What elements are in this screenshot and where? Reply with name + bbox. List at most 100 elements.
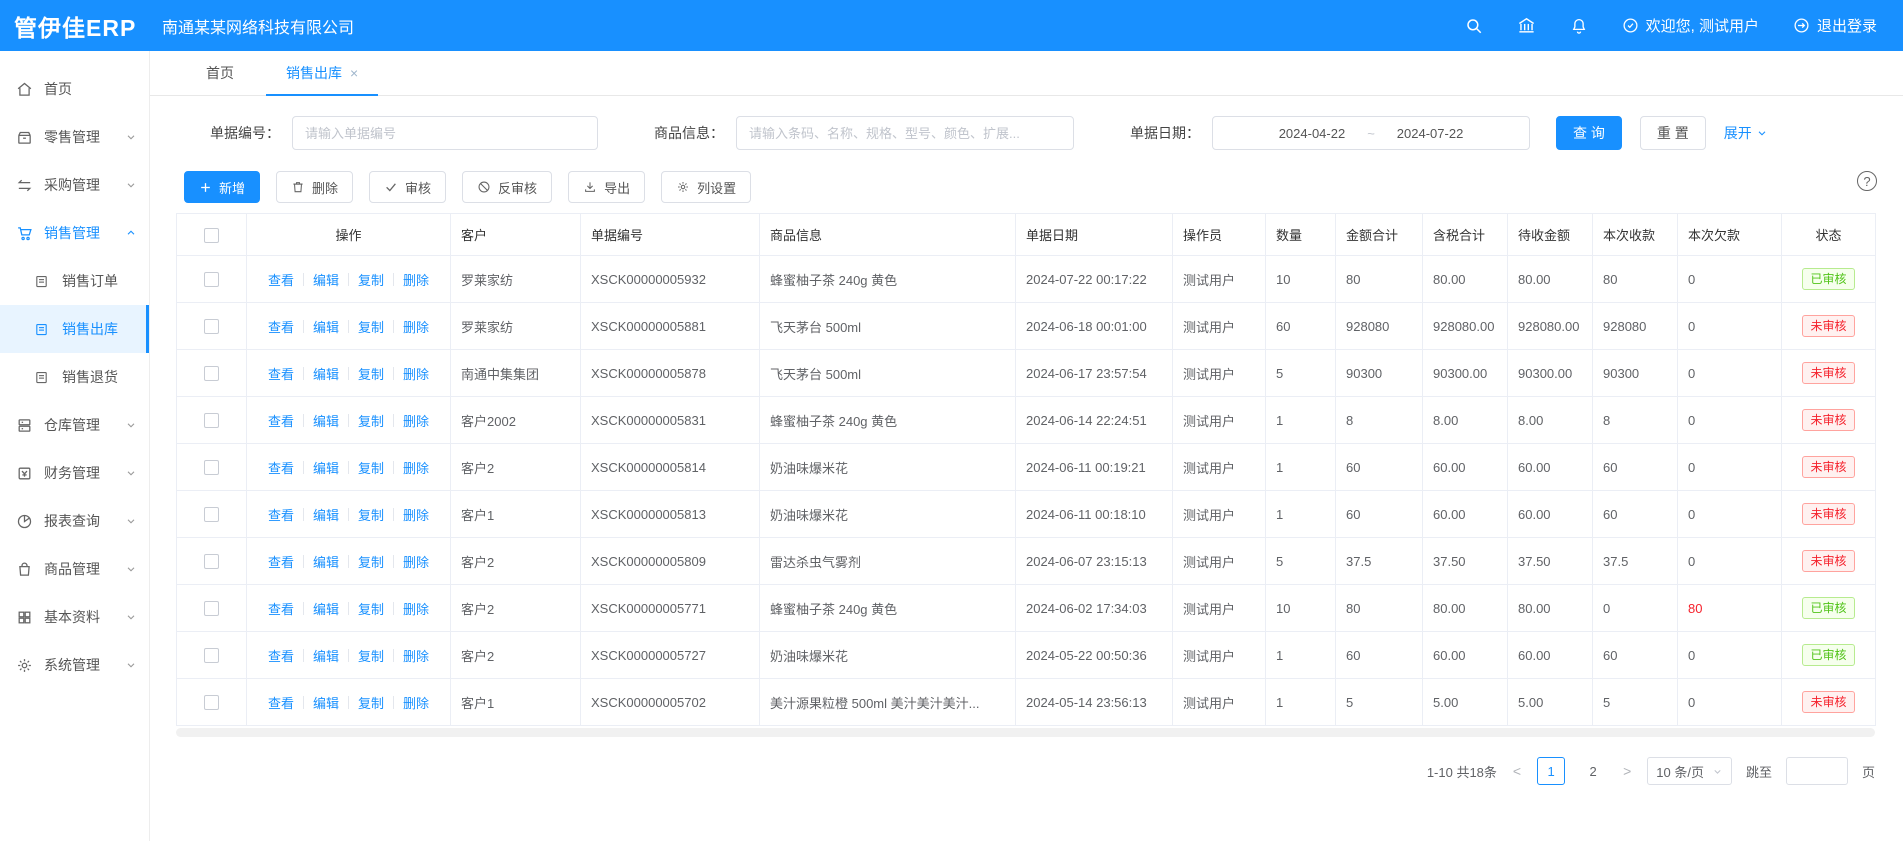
bell-icon[interactable]	[1570, 17, 1588, 35]
page-1[interactable]: 1	[1537, 757, 1565, 785]
sidebar-item-finance[interactable]: 财务管理	[0, 449, 149, 497]
close-icon[interactable]: ×	[350, 65, 358, 81]
row-action-0[interactable]: 查看	[268, 646, 294, 665]
prev-page-icon[interactable]: <	[1511, 763, 1523, 779]
row-action-0[interactable]: 查看	[268, 552, 294, 571]
cell-owed: 80	[1678, 585, 1782, 632]
row-action-2[interactable]: 复制	[358, 505, 384, 524]
select-all-checkbox[interactable]	[204, 228, 219, 243]
row-action-1[interactable]: 编辑	[313, 317, 339, 336]
export-button[interactable]: 导出	[568, 171, 645, 203]
row-action-3[interactable]: 删除	[403, 552, 429, 571]
row-action-3[interactable]: 删除	[403, 317, 429, 336]
row-checkbox[interactable]	[204, 460, 219, 475]
pagination-total: 1-10 共18条	[1427, 762, 1497, 781]
row-action-1[interactable]: 编辑	[313, 458, 339, 477]
row-action-2[interactable]: 复制	[358, 646, 384, 665]
row-action-1[interactable]: 编辑	[313, 270, 339, 289]
row-actions: 查看编辑复制删除	[257, 317, 440, 336]
cell-amount: 80	[1336, 256, 1423, 303]
row-action-0[interactable]: 查看	[268, 364, 294, 383]
row-action-0[interactable]: 查看	[268, 599, 294, 618]
order-no-input[interactable]	[292, 116, 598, 150]
row-action-3[interactable]: 删除	[403, 693, 429, 712]
sidebar-item-basic-data[interactable]: 基本资料	[0, 593, 149, 641]
sidebar-item-sales-return[interactable]: 销售退货	[0, 353, 149, 401]
audit-button[interactable]: 审核	[369, 171, 446, 203]
row-action-0[interactable]: 查看	[268, 317, 294, 336]
sidebar-item-retail[interactable]: 零售管理	[0, 113, 149, 161]
row-action-2[interactable]: 复制	[358, 599, 384, 618]
page-2[interactable]: 2	[1579, 757, 1607, 785]
row-action-1[interactable]: 编辑	[313, 646, 339, 665]
row-checkbox[interactable]	[204, 554, 219, 569]
row-action-0[interactable]: 查看	[268, 270, 294, 289]
row-action-1[interactable]: 编辑	[313, 552, 339, 571]
row-checkbox[interactable]	[204, 272, 219, 287]
horizontal-scrollbar[interactable]	[176, 728, 1875, 737]
sidebar-item-reports[interactable]: 报表查询	[0, 497, 149, 545]
row-action-1[interactable]: 编辑	[313, 505, 339, 524]
row-action-0[interactable]: 查看	[268, 411, 294, 430]
row-action-3[interactable]: 删除	[403, 646, 429, 665]
sidebar-item-home[interactable]: 首页	[0, 65, 149, 113]
bank-icon[interactable]	[1517, 16, 1536, 35]
tab-home[interactable]: 首页	[180, 51, 260, 95]
row-action-2[interactable]: 复制	[358, 552, 384, 571]
row-checkbox[interactable]	[204, 413, 219, 428]
row-action-3[interactable]: 删除	[403, 458, 429, 477]
row-action-2[interactable]: 复制	[358, 693, 384, 712]
search-button[interactable]: 查 询	[1556, 116, 1622, 150]
row-action-1[interactable]: 编辑	[313, 599, 339, 618]
status-badge: 未审核	[1802, 456, 1854, 478]
row-checkbox[interactable]	[204, 601, 219, 616]
row-checkbox[interactable]	[204, 366, 219, 381]
row-action-2[interactable]: 复制	[358, 364, 384, 383]
page-size-select[interactable]: 10 条/页	[1647, 757, 1732, 785]
row-checkbox[interactable]	[204, 648, 219, 663]
tab-sales-outbound[interactable]: 销售出库 ×	[260, 51, 384, 95]
help-icon[interactable]: ?	[1857, 171, 1877, 191]
row-action-3[interactable]: 删除	[403, 411, 429, 430]
row-action-3[interactable]: 删除	[403, 270, 429, 289]
sidebar-item-products[interactable]: 商品管理	[0, 545, 149, 593]
row-action-2[interactable]: 复制	[358, 458, 384, 477]
welcome-user[interactable]: 欢迎您, 测试用户	[1622, 15, 1759, 36]
cell-amount-tax: 80.00	[1423, 256, 1508, 303]
col-qty: 数量	[1266, 214, 1336, 256]
row-action-1[interactable]: 编辑	[313, 693, 339, 712]
row-action-2[interactable]: 复制	[358, 411, 384, 430]
next-page-icon[interactable]: >	[1621, 763, 1633, 779]
sidebar-item-sales[interactable]: 销售管理	[0, 209, 149, 257]
row-action-3[interactable]: 删除	[403, 505, 429, 524]
date-range-picker[interactable]: 2024-04-22 ~ 2024-07-22	[1212, 116, 1530, 150]
sidebar-item-sales-outbound[interactable]: 销售出库	[0, 305, 149, 353]
row-action-1[interactable]: 编辑	[313, 411, 339, 430]
row-action-3[interactable]: 删除	[403, 599, 429, 618]
row-action-2[interactable]: 复制	[358, 270, 384, 289]
row-checkbox[interactable]	[204, 695, 219, 710]
unaudit-button[interactable]: 反审核	[462, 171, 552, 203]
logout-button[interactable]: 退出登录	[1793, 15, 1877, 36]
row-checkbox[interactable]	[204, 319, 219, 334]
row-action-0[interactable]: 查看	[268, 693, 294, 712]
jump-page-input[interactable]	[1786, 757, 1848, 785]
row-action-1[interactable]: 编辑	[313, 364, 339, 383]
product-info-input[interactable]	[736, 116, 1074, 150]
expand-toggle[interactable]: 展开	[1724, 123, 1768, 143]
reset-button[interactable]: 重 置	[1640, 116, 1706, 150]
column-settings-button[interactable]: 列设置	[661, 171, 751, 203]
logout-text: 退出登录	[1817, 15, 1877, 36]
row-action-3[interactable]: 删除	[403, 364, 429, 383]
sidebar-item-warehouse[interactable]: 仓库管理	[0, 401, 149, 449]
row-action-2[interactable]: 复制	[358, 317, 384, 336]
sidebar-item-purchase[interactable]: 采购管理	[0, 161, 149, 209]
row-action-0[interactable]: 查看	[268, 505, 294, 524]
sidebar-item-system[interactable]: 系统管理	[0, 641, 149, 689]
delete-button[interactable]: 删除	[276, 171, 353, 203]
search-icon[interactable]	[1465, 17, 1483, 35]
add-button[interactable]: 新增	[184, 171, 260, 203]
sidebar-item-sales-order[interactable]: 销售订单	[0, 257, 149, 305]
row-action-0[interactable]: 查看	[268, 458, 294, 477]
row-checkbox[interactable]	[204, 507, 219, 522]
